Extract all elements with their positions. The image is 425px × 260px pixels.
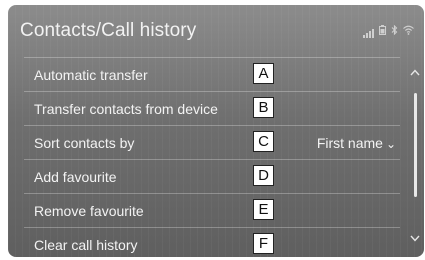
wifi-icon (403, 25, 414, 38)
callout-marker: D (253, 165, 274, 186)
scrollbar[interactable] (410, 67, 424, 252)
menu-item-label: Automatic transfer (34, 67, 148, 83)
menu-item-label: Clear call history (34, 237, 138, 253)
bluetooth-icon (391, 24, 398, 38)
callout-marker: C (253, 131, 274, 152)
menu-item-label: Remove favourite (34, 203, 144, 219)
signal-icon (363, 29, 374, 38)
menu-item-automatic-transfer[interactable]: Automatic transfer A (24, 57, 400, 91)
callout-marker: B (253, 97, 274, 118)
battery-icon (379, 25, 386, 38)
callout-marker: F (253, 233, 274, 254)
callout-marker: A (253, 63, 274, 84)
menu-item-clear-call-history[interactable]: Clear call history F (24, 227, 400, 257)
screen: Contacts/Call history Automatic transfer… (8, 5, 424, 257)
menu-item-transfer-contacts[interactable]: Transfer contacts from device B (24, 91, 400, 125)
scrollbar-thumb[interactable] (414, 93, 417, 197)
menu-item-label: Sort contacts by (34, 135, 135, 151)
status-bar (363, 24, 414, 38)
settings-list: Automatic transfer A Transfer contacts f… (24, 57, 400, 257)
menu-item-add-favourite[interactable]: Add favourite D (24, 159, 400, 193)
sort-value: First name (316, 135, 383, 151)
sort-value-dropdown[interactable]: First name ⌄ (317, 135, 396, 151)
menu-item-sort-contacts[interactable]: Sort contacts by C First name ⌄ (24, 125, 400, 159)
chevron-down-icon: ⌄ (385, 137, 396, 151)
menu-item-label: Transfer contacts from device (34, 101, 218, 117)
callout-marker: E (253, 199, 274, 220)
scroll-up-icon[interactable] (410, 67, 420, 79)
menu-item-label: Add favourite (34, 169, 117, 185)
scroll-down-icon[interactable] (410, 233, 420, 245)
page-title: Contacts/Call history (20, 20, 197, 41)
menu-item-remove-favourite[interactable]: Remove favourite E (24, 193, 400, 227)
